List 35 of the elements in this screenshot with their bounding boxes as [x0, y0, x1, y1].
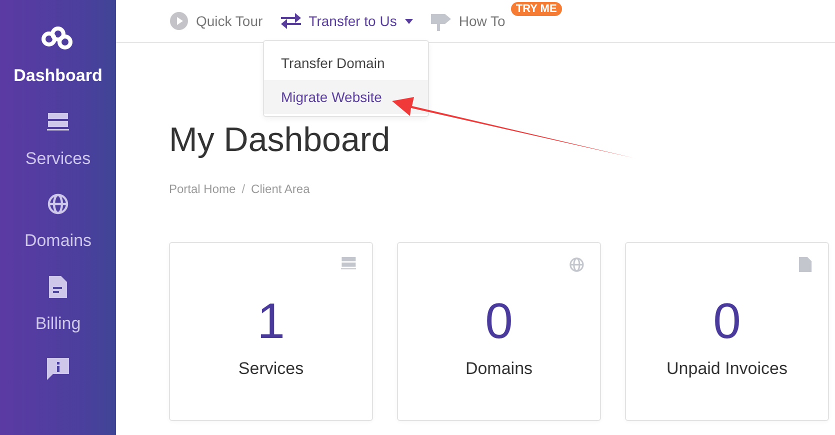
chat-icon — [47, 358, 69, 380]
sidebar-item[interactable]: Domains — [24, 187, 92, 270]
server-icon — [340, 257, 356, 270]
signpost-icon — [430, 11, 451, 31]
nav-label: How To — [458, 13, 506, 29]
breadcrumb-separator: / — [242, 182, 246, 196]
document-icon — [799, 257, 812, 272]
sidebar-item[interactable]: Dashboard — [14, 22, 102, 105]
page-title: My Dashboard — [169, 121, 390, 160]
nav-link[interactable]: How To — [430, 11, 506, 31]
stat-card[interactable]: 0 Unpaid Invoices — [625, 242, 829, 421]
stat-count: 0 — [713, 292, 741, 351]
badge: TRY ME — [510, 2, 562, 16]
swap-arrows-icon — [280, 12, 301, 30]
nav-link[interactable]: Quick Tour — [170, 12, 263, 30]
globe-icon — [568, 257, 584, 272]
globe-icon — [47, 193, 69, 216]
stat-count: 0 — [485, 292, 513, 351]
stat-label: Unpaid Invoices — [666, 359, 788, 379]
nav-label: Quick Tour — [196, 13, 263, 29]
play-icon — [170, 12, 188, 30]
stat-label: Services — [238, 359, 304, 379]
server-icon — [47, 112, 69, 131]
stat-label: Domains — [465, 359, 533, 379]
menu-item[interactable]: Transfer Domain — [264, 46, 428, 80]
menu-item[interactable]: Migrate Website — [264, 80, 428, 114]
stat-card[interactable]: 1 Services — [169, 242, 373, 421]
stat-card[interactable]: 0 Domains — [397, 242, 601, 421]
sidebar-item[interactable]: Services — [25, 104, 91, 188]
sidebar-item[interactable]: Billing — [35, 270, 81, 352]
logo-icon — [40, 26, 75, 52]
nav-label: Transfer to Us — [308, 13, 397, 29]
nav-link[interactable]: Transfer to Us — [280, 12, 413, 30]
document-icon — [48, 276, 67, 298]
stat-count: 1 — [257, 292, 285, 351]
